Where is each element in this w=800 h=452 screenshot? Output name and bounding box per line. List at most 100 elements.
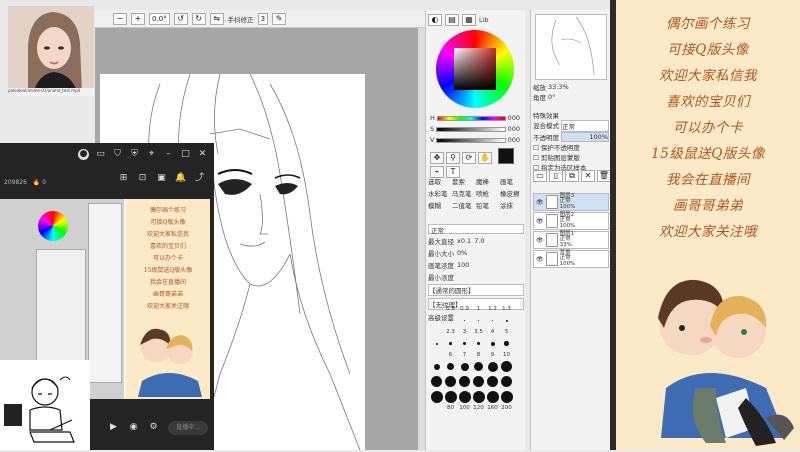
clipping-mask-checkbox[interactable]: ☐ 剪贴图层蒙版: [533, 152, 609, 162]
tool-brush[interactable]: 画笔: [500, 176, 524, 186]
brush-preset-dot[interactable]: [500, 375, 513, 388]
brush-preset-dot[interactable]: [486, 337, 499, 350]
color-wheel-tab-icon[interactable]: ◐: [428, 14, 442, 26]
brush-preset-label[interactable]: 100: [458, 405, 471, 411]
density-value[interactable]: 100: [457, 261, 469, 269]
brush-preset-dot[interactable]: [472, 314, 485, 327]
brush-preset-dot[interactable]: [458, 360, 471, 373]
min-size-value[interactable]: 0%: [457, 249, 467, 257]
brush-preset-label[interactable]: 2.3: [444, 329, 457, 335]
brush-preset-label[interactable]: 4: [486, 329, 499, 335]
zoom-out-button[interactable]: −: [113, 12, 127, 25]
layer-row[interactable]: 👁 背景 正常 100%: [533, 250, 609, 268]
settings-icon[interactable]: ⚙: [148, 422, 159, 433]
brush-preset-dot[interactable]: [458, 375, 471, 388]
brush-preset-label[interactable]: 7: [458, 352, 471, 358]
brush-preset-dot[interactable]: [458, 390, 471, 403]
layer-blend-select[interactable]: 正常: [561, 120, 609, 132]
layer-row[interactable]: 👁 图层2 正常 100%: [533, 212, 609, 230]
brush-preset-dot[interactable]: [430, 314, 443, 327]
clear-layer-icon[interactable]: ✕: [581, 170, 595, 182]
brush-preset-dot[interactable]: [458, 314, 471, 327]
brush-preset-dot[interactable]: [486, 314, 499, 327]
brush-preset-label[interactable]: 80: [444, 405, 457, 411]
brush-preset-label[interactable]: 0.9: [458, 306, 471, 312]
zoom-value[interactable]: 33.3%: [548, 83, 569, 91]
move-tool-icon[interactable]: ✥: [430, 152, 444, 164]
bell-icon[interactable]: 🔔: [175, 173, 186, 184]
new-layer-icon[interactable]: ▭: [533, 170, 547, 182]
new-folder-icon[interactable]: ▯: [549, 170, 563, 182]
brush-preset-dot[interactable]: [500, 360, 513, 373]
rotate-tool-icon[interactable]: ⟳: [462, 152, 476, 164]
color-wheel[interactable]: [436, 30, 514, 108]
brush-preset-label[interactable]: 5: [500, 329, 513, 335]
brush-preset-dot[interactable]: [472, 390, 485, 403]
hue-slider[interactable]: [436, 115, 506, 121]
calendar-icon[interactable]: ▣: [156, 173, 167, 184]
brush-preset-dot[interactable]: [444, 337, 457, 350]
canvas-scrollbar[interactable]: [418, 28, 425, 450]
stabilizer-select[interactable]: 3: [257, 12, 269, 25]
brush-preset-dot[interactable]: [444, 314, 457, 327]
hand-tool-icon[interactable]: ✋: [478, 152, 492, 164]
brush-preset-dot[interactable]: [486, 390, 499, 403]
brush-preset-dot[interactable]: [430, 375, 443, 388]
avatar-icon[interactable]: ●: [78, 148, 89, 160]
brush-preset-dot[interactable]: [458, 337, 471, 350]
tool-lasso[interactable]: 套索: [452, 176, 476, 186]
brush-preset-dot[interactable]: [486, 375, 499, 388]
primary-color-swatch[interactable]: [498, 148, 514, 164]
delete-layer-icon[interactable]: 🗑: [597, 170, 611, 182]
angle-value[interactable]: 0°: [548, 93, 555, 101]
go-live-button[interactable]: 直播中...: [168, 420, 208, 435]
brush-preset-dot[interactable]: [500, 337, 513, 350]
brush-preset-dot[interactable]: [472, 337, 485, 350]
tool-smudge[interactable]: 涂抹: [500, 200, 524, 210]
layer-opacity-value[interactable]: 100%: [561, 132, 609, 142]
visibility-eye-icon[interactable]: 👁: [536, 199, 544, 206]
brush-preset-dot[interactable]: [430, 390, 443, 403]
maximize-icon[interactable]: □: [180, 149, 191, 160]
angle-field[interactable]: 0.0°: [149, 12, 170, 25]
brush-preset-dot[interactable]: [486, 360, 499, 373]
brush-preset-label[interactable]: 1.3: [500, 306, 513, 312]
camera-icon[interactable]: ▶: [108, 422, 119, 433]
brush-preset-dot[interactable]: [444, 375, 457, 388]
flip-button[interactable]: ⇋: [209, 12, 224, 25]
brush-size-value[interactable]: 7.0: [474, 237, 484, 245]
lock-icon[interactable]: ⊡: [137, 173, 148, 184]
rotate-left-button[interactable]: ↺: [173, 12, 188, 25]
tool-binary-pen[interactable]: 二值笔: [452, 200, 476, 210]
tool-pencil[interactable]: 铅笔: [476, 200, 500, 210]
tool-eraser[interactable]: 橡皮擦: [500, 188, 524, 198]
visibility-eye-icon[interactable]: 👁: [536, 218, 544, 225]
screen-icon[interactable]: ▭: [95, 149, 106, 160]
tool-airbrush[interactable]: 喷枪: [476, 188, 500, 198]
tool-magic-wand[interactable]: 魔棒: [476, 176, 500, 186]
brush-preset-label[interactable]: 120: [472, 405, 485, 411]
brush-preset-dot[interactable]: [444, 390, 457, 403]
zoom-in-button[interactable]: +: [131, 12, 145, 25]
brush-preset-label[interactable]: 0.8: [444, 306, 457, 312]
brush-preset-dot[interactable]: [500, 314, 513, 327]
shirt-icon[interactable]: ⛉: [112, 149, 123, 160]
zoom-tool-icon[interactable]: ⚲: [446, 152, 460, 164]
protect-opacity-checkbox[interactable]: ☐ 保护不透明度: [533, 142, 609, 152]
brush-preset-label[interactable]: 8: [472, 352, 485, 358]
close-icon[interactable]: ✕: [197, 149, 208, 160]
lib-tab[interactable]: Lib: [479, 16, 489, 24]
copy-layer-icon[interactable]: ⧉: [565, 170, 579, 182]
shield-icon[interactable]: ⛨: [129, 149, 140, 160]
pen-icon[interactable]: ✎: [272, 12, 287, 25]
brush-preset-label[interactable]: 3.5: [472, 329, 485, 335]
brush-preset-dot[interactable]: [430, 360, 443, 373]
value-slider[interactable]: [436, 137, 506, 143]
brush-preset-label[interactable]: 9: [486, 352, 499, 358]
navigator-preview[interactable]: [535, 14, 607, 80]
brush-preset-label[interactable]: 200: [500, 405, 513, 411]
pin-icon[interactable]: ⌖: [146, 149, 157, 160]
brush-preset-label[interactable]: 1: [472, 306, 485, 312]
record-icon[interactable]: ◉: [128, 422, 139, 433]
brush-preset-dot[interactable]: [472, 375, 485, 388]
